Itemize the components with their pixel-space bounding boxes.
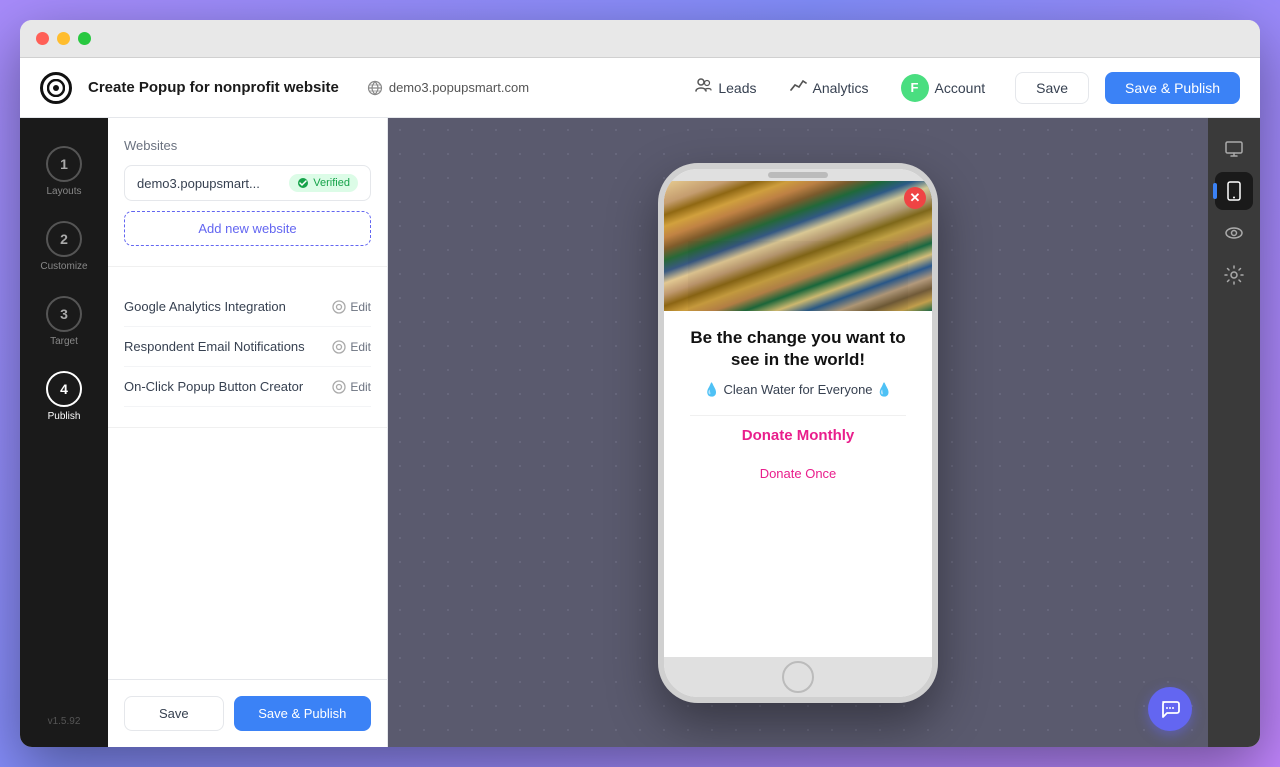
phone-mockup: ✕ Be the change you want to see in the w… xyxy=(658,163,938,703)
app-logo xyxy=(40,72,72,104)
verified-badge: Verified xyxy=(289,174,358,192)
panel-save-button[interactable]: Save xyxy=(124,696,224,731)
chat-button[interactable] xyxy=(1148,687,1192,731)
verified-label: Verified xyxy=(313,177,350,189)
popup-close-button[interactable]: ✕ xyxy=(904,187,926,209)
google-analytics-name: Google Analytics Integration xyxy=(124,299,286,314)
analytics-label: Analytics xyxy=(813,80,869,96)
email-notifications-edit-label: Edit xyxy=(350,340,371,354)
setting-google-analytics: Google Analytics Integration Edit xyxy=(124,287,371,327)
step-target[interactable]: 3 Target xyxy=(38,288,90,355)
settings-panel: Websites demo3.popupsmart... Verified Ad… xyxy=(108,118,388,747)
popup-subtitle: 💧 Clean Water for Everyone 💧 xyxy=(704,381,893,399)
app-content: Create Popup for nonprofit website demo3… xyxy=(20,58,1260,747)
donate-monthly-button[interactable]: Donate Monthly xyxy=(690,415,906,455)
settings-icon-1 xyxy=(332,340,346,354)
fullscreen-button[interactable] xyxy=(78,32,91,45)
setting-onclick-creator: On-Click Popup Button Creator Edit xyxy=(124,367,371,407)
monitor-icon xyxy=(1224,139,1244,159)
top-nav: Create Popup for nonprofit website demo3… xyxy=(20,58,1260,118)
nav-account[interactable]: F Account xyxy=(887,68,1000,108)
phone-screen: ✕ Be the change you want to see in the w… xyxy=(664,181,932,657)
google-analytics-edit[interactable]: Edit xyxy=(332,300,371,314)
phone-home-bar xyxy=(664,657,932,697)
website-item: demo3.popupsmart... Verified xyxy=(124,165,371,201)
main-area: 1 Layouts 2 Customize 3 Target xyxy=(20,118,1260,747)
crowd-overlay xyxy=(664,181,932,311)
google-analytics-edit-label: Edit xyxy=(350,300,371,314)
right-tools xyxy=(1208,118,1260,747)
email-notifications-name: Respondent Email Notifications xyxy=(124,339,305,354)
websites-section: Websites demo3.popupsmart... Verified Ad… xyxy=(108,118,387,267)
nav-analytics[interactable]: Analytics xyxy=(775,70,883,105)
nav-url: demo3.popupsmart.com xyxy=(367,80,529,96)
save-button[interactable]: Save xyxy=(1015,72,1089,104)
settings-icon-2 xyxy=(332,380,346,394)
step-4-circle: 4 xyxy=(46,371,82,407)
step-1-label: Layouts xyxy=(46,186,81,197)
panel-footer: Save Save & Publish xyxy=(108,679,387,747)
onclick-creator-edit-label: Edit xyxy=(350,380,371,394)
step-3-label: Target xyxy=(50,336,78,347)
version-text: v1.5.92 xyxy=(48,716,81,727)
gear-icon xyxy=(1224,265,1244,285)
check-icon xyxy=(297,177,309,189)
minimize-button[interactable] xyxy=(57,32,70,45)
popup-title: Be the change you want to see in the wor… xyxy=(678,327,918,371)
step-2-label: Customize xyxy=(40,261,87,272)
home-button[interactable] xyxy=(782,661,814,693)
left-sidebar: 1 Layouts 2 Customize 3 Target xyxy=(20,118,108,747)
mobile-icon xyxy=(1226,181,1242,201)
popup-card: ✕ Be the change you want to see in the w… xyxy=(664,181,932,657)
nav-leads[interactable]: Leads xyxy=(680,70,770,105)
websites-title: Websites xyxy=(124,138,371,153)
add-website-button[interactable]: Add new website xyxy=(124,211,371,246)
step-customize[interactable]: 2 Customize xyxy=(32,213,95,280)
close-button[interactable] xyxy=(36,32,49,45)
analytics-icon xyxy=(789,76,807,99)
step-1-circle: 1 xyxy=(46,146,82,182)
step-2-circle: 2 xyxy=(46,221,82,257)
settings-tool-button[interactable] xyxy=(1215,256,1253,294)
onclick-creator-edit[interactable]: Edit xyxy=(332,380,371,394)
settings-icon-0 xyxy=(332,300,346,314)
title-bar xyxy=(20,20,1260,58)
phone-notch xyxy=(768,172,828,178)
onclick-creator-name: On-Click Popup Button Creator xyxy=(124,379,303,394)
email-notifications-edit[interactable]: Edit xyxy=(332,340,371,354)
popup-image: ✕ xyxy=(664,181,932,311)
chat-icon xyxy=(1159,698,1181,720)
donate-once-button[interactable]: Donate Once xyxy=(690,455,906,492)
setting-email-notifications: Respondent Email Notifications Edit xyxy=(124,327,371,367)
popup-body: Be the change you want to see in the wor… xyxy=(664,311,932,657)
preview-tool-button[interactable] xyxy=(1215,214,1253,252)
monitor-tool-button[interactable] xyxy=(1215,130,1253,168)
phone-notch-bar xyxy=(664,169,932,181)
leads-label: Leads xyxy=(718,80,756,96)
globe-icon xyxy=(367,80,383,96)
nav-links: Leads Analytics F Account xyxy=(680,68,999,108)
step-layouts[interactable]: 1 Layouts xyxy=(38,138,90,205)
website-name: demo3.popupsmart... xyxy=(137,176,260,191)
page-title: Create Popup for nonprofit website xyxy=(88,79,339,96)
account-avatar: F xyxy=(901,74,929,102)
mobile-tool-button[interactable] xyxy=(1215,172,1253,210)
mac-window: Create Popup for nonprofit website demo3… xyxy=(20,20,1260,747)
publish-button[interactable]: Save & Publish xyxy=(1105,72,1240,104)
preview-area: ✕ Be the change you want to see in the w… xyxy=(388,118,1208,747)
step-publish[interactable]: 4 Publish xyxy=(38,363,90,430)
step-3-circle: 3 xyxy=(46,296,82,332)
account-label: Account xyxy=(935,80,986,96)
step-4-label: Publish xyxy=(48,411,81,422)
active-indicator xyxy=(1213,183,1217,199)
eye-icon xyxy=(1224,223,1244,243)
website-url: demo3.popupsmart.com xyxy=(389,80,529,95)
integrations-section: Google Analytics Integration Edit Respon… xyxy=(108,267,387,428)
leads-icon xyxy=(694,76,712,99)
panel-publish-button[interactable]: Save & Publish xyxy=(234,696,371,731)
